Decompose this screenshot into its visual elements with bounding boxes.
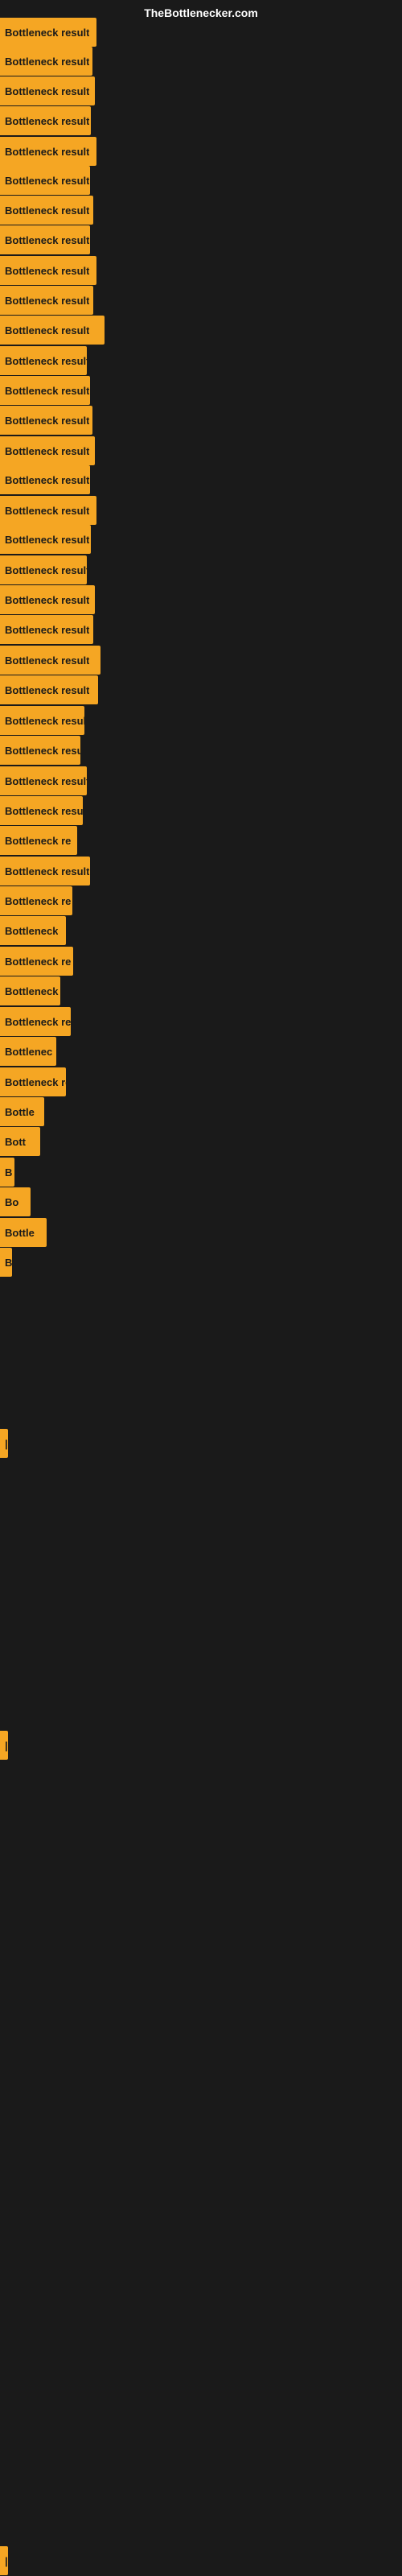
- bottleneck-bar: Bottleneck result: [0, 646, 100, 675]
- bottleneck-label: Bott: [5, 1136, 26, 1148]
- bottleneck-bar: Bottleneck result: [0, 376, 90, 405]
- bottleneck-label: Bottleneck result: [5, 474, 89, 486]
- bottleneck-label: Bottleneck result: [5, 654, 89, 667]
- bottleneck-label: Bottleneck re: [5, 895, 71, 907]
- bottleneck-label: Bottleneck result: [5, 27, 89, 39]
- bottleneck-bar: Bottle: [0, 1097, 44, 1126]
- bottleneck-bar: Bottleneck result: [0, 766, 87, 795]
- bottleneck-bar: Bottleneck result: [0, 706, 84, 735]
- bottleneck-bar: Bo: [0, 1187, 31, 1216]
- bottleneck-bar: Bottleneck result: [0, 736, 80, 765]
- bottleneck-label: B: [5, 1257, 12, 1269]
- bottleneck-bar: Bottleneck result: [0, 465, 90, 494]
- bottleneck-bar: |: [0, 1731, 8, 1760]
- bottleneck-bar: Bottleneck re: [0, 947, 73, 976]
- bottleneck-label: Bottleneck result: [5, 624, 89, 636]
- bottleneck-bar: |: [0, 2546, 8, 2575]
- bottleneck-bar: Bottleneck result: [0, 196, 93, 225]
- site-title: TheBottlenecker.com: [144, 6, 258, 19]
- bottleneck-bar: Bottleneck result: [0, 496, 96, 525]
- bottleneck-label: Bottleneck result: [5, 715, 84, 727]
- bottleneck-bar: Bott: [0, 1127, 40, 1156]
- bottleneck-label: Bottleneck result: [5, 385, 89, 397]
- bottleneck-label: Bottleneck result: [5, 295, 89, 307]
- bottleneck-label: Bottleneck result: [5, 745, 80, 757]
- bottleneck-bar: Bottleneck result: [0, 166, 90, 195]
- bottleneck-label: Bottleneck result: [5, 684, 89, 696]
- bottleneck-label: Bottleneck resu: [5, 1016, 71, 1028]
- bottleneck-bar: Bottleneck result: [0, 796, 83, 825]
- bottleneck-label: Bottleneck result: [5, 175, 89, 187]
- bottleneck-label: Bottleneck result: [5, 115, 89, 127]
- bottleneck-label: Bottleneck result: [5, 805, 83, 817]
- bottleneck-bar: Bottleneck result: [0, 525, 91, 554]
- bottleneck-label: Bottleneck result: [5, 594, 89, 606]
- bottleneck-bar: Bottleneck result: [0, 137, 96, 166]
- bottleneck-label: Bottleneck n: [5, 985, 60, 997]
- bottleneck-label: Bottle: [5, 1106, 35, 1118]
- bottleneck-bar: Bottleneck result: [0, 225, 90, 254]
- bottleneck-label: Bo: [5, 1196, 18, 1208]
- bottleneck-label: Bottleneck result: [5, 865, 89, 877]
- bottleneck-label: Bottleneck result: [5, 445, 89, 457]
- bottleneck-bar: Bottleneck result: [0, 436, 95, 465]
- bottleneck-bar: Bottleneck result: [0, 316, 105, 345]
- bottleneck-label: Bottle: [5, 1227, 35, 1239]
- bottleneck-bar: Bottleneck result: [0, 47, 92, 76]
- bottleneck-label: Bottleneck re: [5, 1076, 66, 1088]
- bottleneck-bar: Bottleneck result: [0, 675, 98, 704]
- bottleneck-bar: Bottleneck result: [0, 18, 96, 47]
- bottleneck-bar: Bottleneck result: [0, 615, 93, 644]
- bottleneck-bar: Bottleneck result: [0, 76, 95, 105]
- bottleneck-label: Bottlenec: [5, 1046, 52, 1058]
- bottleneck-label: Bottleneck result: [5, 775, 87, 787]
- bottleneck-bar: Bottleneck result: [0, 555, 87, 584]
- bottleneck-bar: Bottleneck result: [0, 106, 91, 135]
- bottleneck-bar: Bottleneck re: [0, 886, 72, 915]
- bottleneck-label: Bottleneck result: [5, 265, 89, 277]
- bottleneck-bar: |: [0, 1429, 8, 1458]
- bottleneck-bar: Bottleneck resu: [0, 1007, 71, 1036]
- bottleneck-label: Bottleneck result: [5, 56, 89, 68]
- bottleneck-bar: Bottlenec: [0, 1037, 56, 1066]
- bottleneck-bar: Bottleneck result: [0, 286, 93, 315]
- bottleneck-label: Bottleneck result: [5, 234, 89, 246]
- bottleneck-bar: Bottleneck result: [0, 256, 96, 285]
- bottleneck-label: Bottleneck result: [5, 146, 89, 158]
- bottleneck-label: |: [5, 1438, 8, 1450]
- bottleneck-label: Bottleneck result: [5, 415, 89, 427]
- bottleneck-label: Bottleneck result: [5, 564, 87, 576]
- bottleneck-label: Bottleneck result: [5, 505, 89, 517]
- bottleneck-bar: Bottleneck re: [0, 826, 77, 855]
- bottleneck-label: Bottleneck: [5, 925, 58, 937]
- bottleneck-bar: Bottle: [0, 1218, 47, 1247]
- bottleneck-label: Bottleneck result: [5, 534, 89, 546]
- bottleneck-bar: Bottleneck result: [0, 406, 92, 435]
- bottleneck-label: |: [5, 1740, 8, 1752]
- bottleneck-label: Bottleneck result: [5, 85, 89, 97]
- bottleneck-label: Bottleneck re: [5, 835, 71, 847]
- bottleneck-bar: Bottleneck result: [0, 346, 87, 375]
- bottleneck-bar: Bottleneck: [0, 916, 66, 945]
- bottleneck-bar: Bottleneck n: [0, 976, 60, 1005]
- bottleneck-bar: Bottleneck re: [0, 1067, 66, 1096]
- bottleneck-label: B: [5, 1166, 12, 1179]
- bottleneck-bar: Bottleneck result: [0, 857, 90, 886]
- bottleneck-bar: B: [0, 1248, 12, 1277]
- bottleneck-label: Bottleneck result: [5, 324, 89, 336]
- bottleneck-label: |: [5, 2555, 8, 2567]
- bottleneck-label: Bottleneck result: [5, 355, 87, 367]
- bottleneck-bar: Bottleneck result: [0, 585, 95, 614]
- bottleneck-bar: B: [0, 1158, 14, 1187]
- bottleneck-label: Bottleneck re: [5, 956, 71, 968]
- bottleneck-label: Bottleneck result: [5, 204, 89, 217]
